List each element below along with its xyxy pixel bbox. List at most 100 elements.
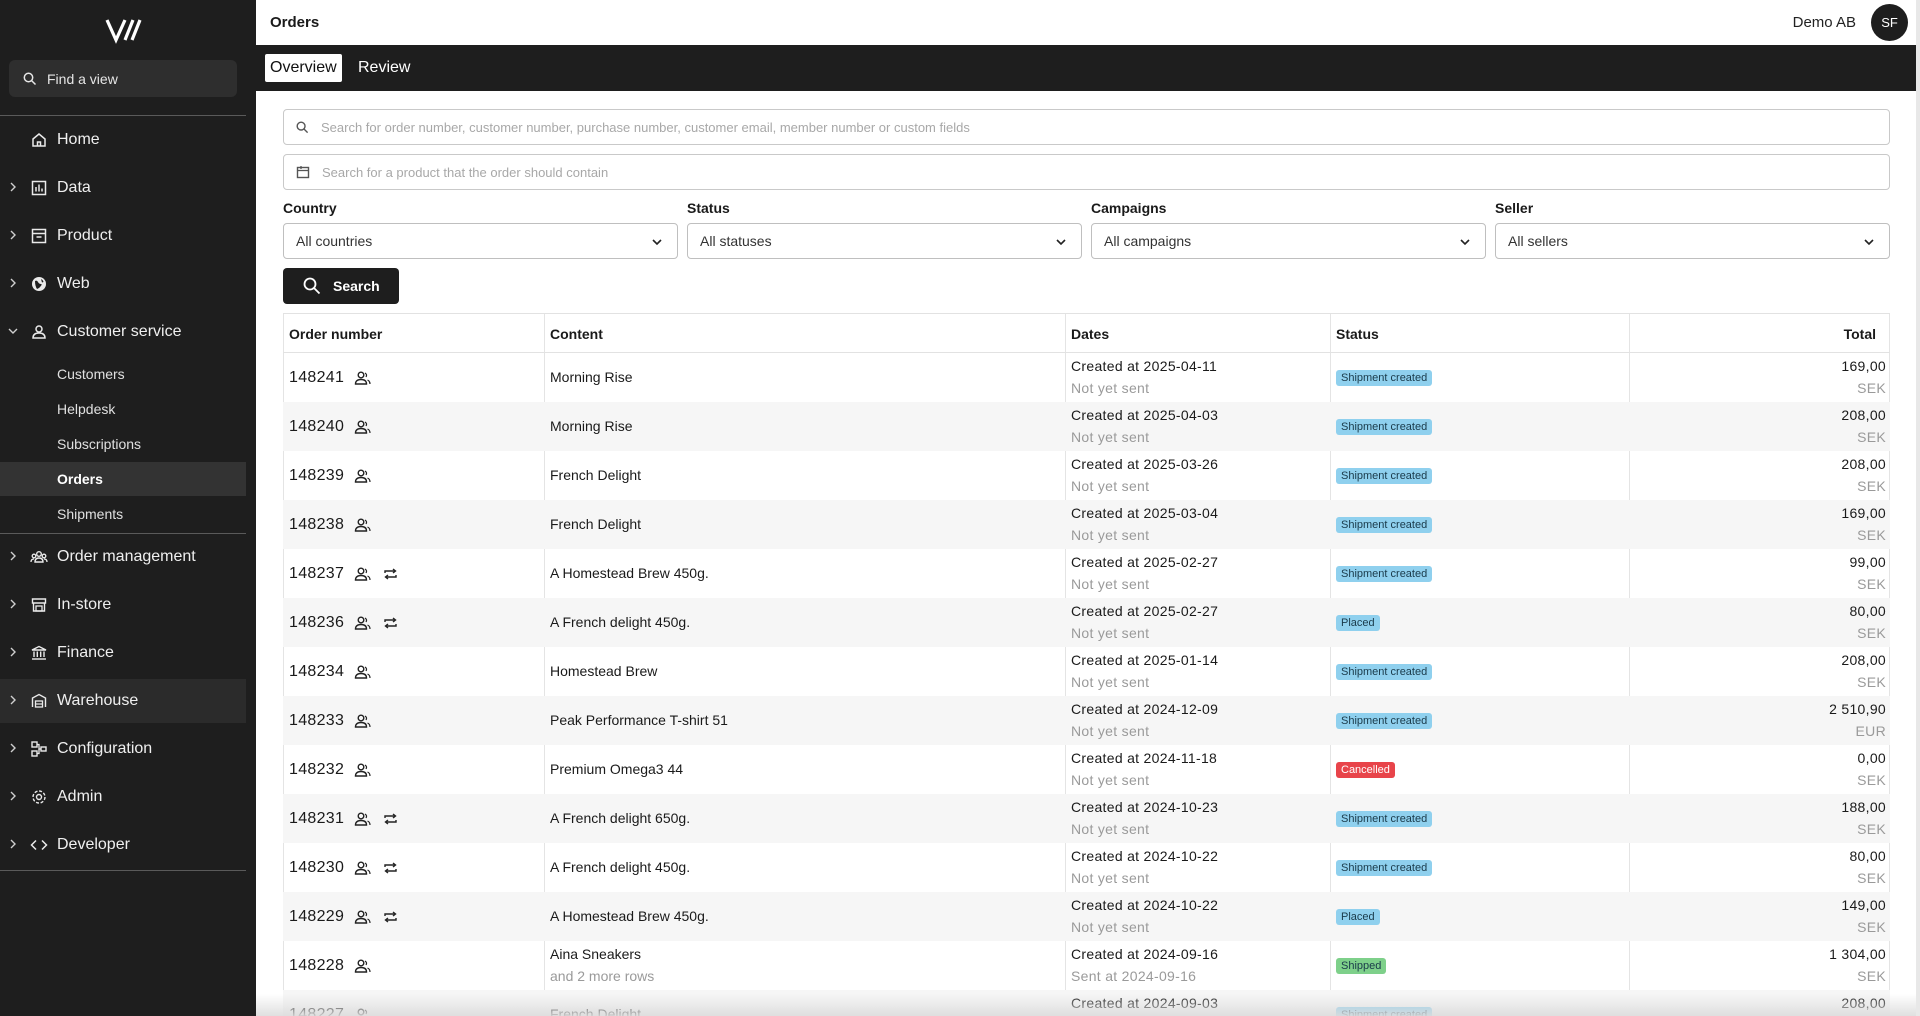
country-select[interactable]: All countries bbox=[283, 223, 678, 259]
total-amount: 80,00 bbox=[1849, 603, 1886, 619]
status-select-value: All statuses bbox=[700, 233, 772, 249]
chevron-down-icon bbox=[1460, 239, 1470, 246]
sidebar-subitem-customers[interactable]: Customers bbox=[0, 357, 246, 391]
order-number-cell[interactable]: 148238 bbox=[289, 516, 371, 534]
sidebar-item-finance[interactable]: Finance bbox=[0, 631, 246, 675]
order-number[interactable]: 148233 bbox=[289, 712, 344, 730]
sidebar-item-customer-service[interactable]: Customer service bbox=[0, 310, 246, 354]
product-icon bbox=[31, 228, 47, 244]
order-number[interactable]: 148237 bbox=[289, 565, 344, 583]
sidebar-subitem-shipments[interactable]: Shipments bbox=[0, 497, 246, 531]
column-header-total[interactable]: Total bbox=[1844, 326, 1876, 342]
order-number-cell[interactable]: 148241 bbox=[289, 369, 371, 387]
order-number[interactable]: 148236 bbox=[289, 614, 344, 632]
sidebar-subitem-orders[interactable]: Orders bbox=[0, 462, 246, 496]
find-view-input[interactable]: Find a view bbox=[9, 60, 237, 97]
sidebar-item-home[interactable]: Home bbox=[0, 118, 246, 162]
tab-overview[interactable]: Overview bbox=[265, 54, 342, 82]
column-header-content[interactable]: Content bbox=[550, 326, 603, 342]
column-header-dates[interactable]: Dates bbox=[1071, 326, 1109, 342]
sidebar-item-developer[interactable]: Developer bbox=[0, 823, 246, 867]
chevron-down-icon bbox=[652, 239, 662, 246]
table-row[interactable]: 148231 A French delight 650g. Created at 2… bbox=[283, 794, 1890, 843]
table-row[interactable]: 148233 Peak Performance T-shirt 51 Created… bbox=[283, 696, 1890, 745]
sidebar-item-configuration[interactable]: Configuration bbox=[0, 727, 246, 771]
order-icons bbox=[354, 616, 398, 630]
currency: SEK bbox=[1857, 870, 1886, 886]
order-number[interactable]: 148239 bbox=[289, 467, 344, 485]
order-number-cell[interactable]: 148232 bbox=[289, 761, 371, 779]
search-icon bbox=[296, 121, 309, 133]
sent-date: Not yet sent bbox=[1071, 772, 1150, 788]
table-row[interactable]: 148240 Morning Rise Created at 2025-04-03 N… bbox=[283, 402, 1890, 451]
sidebar-subitem-subscriptions[interactable]: Subscriptions bbox=[0, 427, 246, 461]
find-view-label: Find a view bbox=[47, 70, 118, 87]
table-row[interactable]: 148238 French Delight Created at 2025-03-0… bbox=[283, 500, 1890, 549]
sidebar-item-warehouse[interactable]: Warehouse bbox=[0, 679, 246, 723]
sidebar-item-product[interactable]: Product bbox=[0, 214, 246, 258]
table-row[interactable]: 148229 A Homestead Brew 450g. Created at 2… bbox=[283, 892, 1890, 941]
order-number-cell[interactable]: 148233 bbox=[289, 712, 371, 730]
filter-label-status: Status bbox=[687, 200, 730, 216]
chevron-right-icon bbox=[10, 278, 16, 288]
order-number-cell[interactable]: 148234 bbox=[289, 663, 371, 681]
sidebar-item-admin[interactable]: Admin bbox=[0, 775, 246, 819]
content-cell: Peak Performance T-shirt 51 bbox=[550, 712, 728, 728]
order-number-cell[interactable]: 148236 bbox=[289, 614, 398, 632]
avatar[interactable]: SF bbox=[1871, 4, 1908, 41]
sidebar-subitem-helpdesk[interactable]: Helpdesk bbox=[0, 392, 246, 426]
product-search-input[interactable]: Search for a product that the order shou… bbox=[283, 154, 1890, 190]
order-icons bbox=[354, 420, 371, 434]
created-date: Created at 2024-10-22 bbox=[1071, 848, 1219, 864]
search-button[interactable]: Search bbox=[283, 268, 399, 304]
status-select[interactable]: All statuses bbox=[687, 223, 1082, 259]
order-number-cell[interactable]: 148229 bbox=[289, 908, 398, 926]
table-row[interactable]: 148241 Morning Rise Created at 2025-04-11 N… bbox=[283, 353, 1890, 402]
company-name[interactable]: Demo AB bbox=[1793, 14, 1856, 31]
table-row[interactable]: 148230 A French delight 450g. Created at 2… bbox=[283, 843, 1890, 892]
order-number[interactable]: 148229 bbox=[289, 908, 344, 926]
order-number[interactable]: 148232 bbox=[289, 761, 344, 779]
table-row[interactable]: 148232 Premium Omega3 44 Created at 2024-1… bbox=[283, 745, 1890, 794]
order-number-cell[interactable]: 148237 bbox=[289, 565, 398, 583]
table-row[interactable]: 148228 Aina Sneakers and 2 more rows Create… bbox=[283, 941, 1890, 990]
order-number[interactable]: 148240 bbox=[289, 418, 344, 436]
total-cell: 80,00 SEK bbox=[1849, 603, 1886, 641]
order-number[interactable]: 148234 bbox=[289, 663, 344, 681]
content-text: Morning Rise bbox=[550, 418, 633, 434]
order-number[interactable]: 148230 bbox=[289, 859, 344, 877]
seller-select[interactable]: All sellers bbox=[1495, 223, 1890, 259]
table-row[interactable]: 148236 A French delight 450g. Created at 2… bbox=[283, 598, 1890, 647]
campaigns-select[interactable]: All campaigns bbox=[1091, 223, 1486, 259]
order-icons bbox=[354, 959, 371, 973]
content-cell: French Delight bbox=[550, 467, 641, 483]
column-header-status[interactable]: Status bbox=[1336, 326, 1379, 342]
sidebar-item-web[interactable]: Web bbox=[0, 262, 246, 306]
page-title: Orders bbox=[270, 14, 320, 31]
order-number[interactable]: 148238 bbox=[289, 516, 344, 534]
order-number-cell[interactable]: 148230 bbox=[289, 859, 398, 877]
order-number[interactable]: 148228 bbox=[289, 957, 344, 975]
table-row[interactable]: 148239 French Delight Created at 2025-03-2… bbox=[283, 451, 1890, 500]
recurring-icon bbox=[384, 568, 397, 580]
campaigns-select-value: All campaigns bbox=[1104, 233, 1192, 249]
order-search-input[interactable]: Search for order number, customer number… bbox=[283, 109, 1890, 145]
total-amount: 80,00 bbox=[1849, 848, 1886, 864]
customer-icon bbox=[355, 714, 371, 728]
sidebar-item-in-store[interactable]: In-store bbox=[0, 583, 246, 627]
order-number-cell[interactable]: 148231 bbox=[289, 810, 398, 828]
order-number[interactable]: 148231 bbox=[289, 810, 344, 828]
order-number-cell[interactable]: 148240 bbox=[289, 418, 371, 436]
order-number-cell[interactable]: 148239 bbox=[289, 467, 371, 485]
table-row[interactable]: 148234 Homestead Brew Created at 2025-01-1… bbox=[283, 647, 1890, 696]
tab-review[interactable]: Review bbox=[353, 54, 415, 82]
table-row[interactable]: 148237 A Homestead Brew 450g. Created at 2… bbox=[283, 549, 1890, 598]
sidebar-item-data[interactable]: Data bbox=[0, 166, 246, 210]
logo-icon[interactable] bbox=[103, 14, 143, 46]
status-badge: Shipment created bbox=[1336, 811, 1433, 827]
order-number-cell[interactable]: 148228 bbox=[289, 957, 371, 975]
column-header-order-number[interactable]: Order number bbox=[289, 326, 382, 342]
order-number[interactable]: 148241 bbox=[289, 369, 344, 387]
sidebar-item-order-management[interactable]: Order management bbox=[0, 535, 246, 579]
recurring-icon bbox=[384, 911, 397, 923]
